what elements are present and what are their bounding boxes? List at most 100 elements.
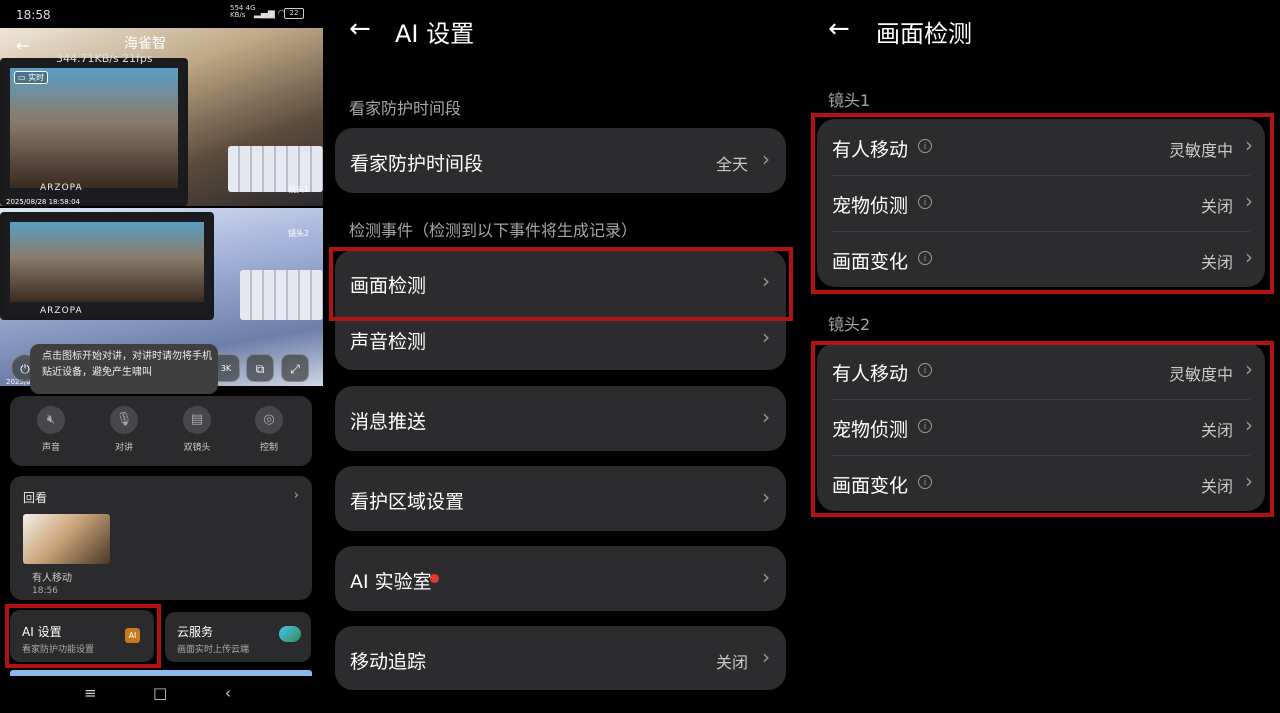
ai-lab-row[interactable]: AI 实验室 ›	[335, 546, 786, 611]
sound-detection-label: 声音检测	[350, 331, 427, 353]
monitor-image-2	[0, 212, 214, 320]
pet-detection-value: 关闭	[1200, 197, 1233, 216]
guard-period-row[interactable]: 看家防护时间段 全天 ›	[335, 128, 786, 193]
replay-event: 有人移动	[32, 573, 72, 584]
cloud-subtitle: 画面实时上传云端	[177, 645, 250, 655]
image-detection-row[interactable]: 画面检测 ›	[335, 250, 786, 315]
lens1-scene-change-row[interactable]: 画面变化 i 关闭 ›	[817, 231, 1265, 287]
status-bar: 18:58 554 4G KB/s ▂▄▆ ◠ 22	[0, 0, 323, 28]
scene-change-value: 关闭	[1200, 253, 1233, 272]
lens-1-section: 镜头1	[828, 91, 871, 110]
image-detection-label: 画面检测	[350, 275, 427, 297]
frame-rate: 21fps	[122, 52, 153, 65]
info-icon[interactable]: i	[918, 475, 932, 489]
joystick-icon: ◎	[255, 406, 283, 434]
camera-view-lens-1[interactable]: ARZOPA 2025/08/28 18:58:04 镜头1	[0, 28, 323, 206]
intercom-control[interactable]: 🎙︎ 对讲	[99, 406, 149, 453]
chevron-right-icon: ›	[762, 405, 770, 429]
chevron-right-icon: ›	[1245, 413, 1253, 437]
lens-2-label: 镜头2	[288, 229, 310, 238]
section-detect-events: 检测事件（检测到以下事件将生成记录）	[349, 221, 638, 240]
info-icon[interactable]: i	[918, 419, 932, 433]
person-motion-label: 有人移动	[832, 139, 909, 161]
lens2-person-motion-row[interactable]: 有人移动 i 灵敏度中 ›	[817, 343, 1265, 399]
camera-live-panel: 18:58 554 4G KB/s ▂▄▆ ◠ 22 ARZOPA 2025/0…	[0, 0, 323, 713]
back-nav-icon[interactable]: ‹	[225, 684, 231, 702]
picture-in-picture-icon[interactable]: ⧉	[246, 354, 274, 382]
chevron-right-icon: ›	[762, 325, 770, 349]
ai-settings-card[interactable]: AI 设置 看家防护功能设置 AI	[10, 610, 154, 662]
guard-period-value: 全天	[715, 155, 748, 174]
replay-time: 18:56	[32, 586, 58, 596]
ptz-label: 控制	[259, 443, 278, 453]
cloud-title: 云服务	[177, 625, 214, 639]
detect-events-card: 画面检测 › 声音检测 ›	[335, 250, 786, 370]
info-icon[interactable]: i	[918, 363, 932, 377]
info-icon[interactable]: i	[918, 195, 932, 209]
scene-change-label: 画面变化	[832, 251, 909, 273]
cloud-service-card[interactable]: 云服务 画面实时上传云端	[165, 612, 311, 662]
message-push-label: 消息推送	[350, 411, 427, 433]
dual-lens-control[interactable]: ▤ 双镜头	[172, 406, 222, 453]
ai-settings-title: AI 设置	[22, 625, 62, 639]
lens2-scene-change-row[interactable]: 画面变化 i 关闭 ›	[817, 455, 1265, 511]
lens2-pet-detection-row[interactable]: 宠物侦测 i 关闭 ›	[817, 399, 1265, 455]
lens-1-label: 镜头1	[288, 185, 310, 194]
control-bar: 🔇︎ 声音 🎙︎ 对讲 ▤ 双镜头 ◎ 控制	[10, 396, 312, 466]
back-arrow-icon[interactable]: ←	[349, 14, 371, 44]
replay-thumbnail[interactable]	[23, 514, 110, 564]
lens-1-card: 有人移动 i 灵敏度中 › 宠物侦测 i 关闭 › 画面变化 i 关闭 ›	[817, 119, 1265, 287]
pet-detection-label: 宠物侦测	[832, 419, 909, 441]
watch-zone-row[interactable]: 看护区域设置 ›	[335, 466, 786, 531]
chevron-right-icon: ›	[293, 488, 299, 503]
scene-change-label: 画面变化	[832, 475, 909, 497]
lens-2-card: 有人移动 i 灵敏度中 › 宠物侦测 i 关闭 › 画面变化 i 关闭 ›	[817, 343, 1265, 511]
timestamp-lens-1: 2025/08/28 18:58:04	[6, 198, 81, 206]
keyboard-image-2	[240, 270, 323, 320]
replay-title: 回看	[23, 491, 48, 505]
page-title: AI 设置	[395, 20, 475, 48]
chevron-right-icon: ›	[1245, 469, 1253, 493]
bitrate: 344.71KB/s	[56, 52, 119, 65]
monitor-brand-2: ARZOPA	[40, 306, 83, 316]
home-nav-icon[interactable]: □	[153, 684, 167, 702]
back-arrow-icon[interactable]: ←	[16, 36, 29, 55]
chevron-right-icon: ›	[1245, 357, 1253, 381]
info-icon[interactable]: i	[918, 251, 932, 265]
ptz-control[interactable]: ◎ 控制	[244, 406, 294, 453]
pet-detection-value: 关闭	[1200, 421, 1233, 440]
monitor-brand: ARZOPA	[40, 183, 83, 193]
dual-lens-label: 双镜头	[183, 443, 211, 453]
person-motion-label: 有人移动	[832, 363, 909, 385]
page-title: 画面检测	[876, 20, 972, 48]
sound-detection-row[interactable]: 声音检测 ›	[335, 315, 786, 370]
replay-card[interactable]: 回看 › 有人移动 18:56	[10, 476, 312, 600]
info-icon[interactable]: i	[918, 139, 932, 153]
cloud-icon	[279, 626, 301, 642]
lens-2-section: 镜头2	[828, 315, 871, 334]
chevron-right-icon: ›	[762, 147, 770, 171]
battery-icon: 22	[284, 8, 304, 19]
status-time: 18:58	[16, 8, 51, 22]
image-detection-panel: ← 画面检测 镜头1 有人移动 i 灵敏度中 › 宠物侦测 i 关闭 › 画面变…	[806, 0, 1280, 713]
lens1-person-motion-row[interactable]: 有人移动 i 灵敏度中 ›	[817, 119, 1265, 175]
new-badge-dot	[430, 574, 439, 583]
sound-control[interactable]: 🔇︎ 声音	[26, 406, 76, 453]
motion-tracking-row[interactable]: 移动追踪 关闭 ›	[335, 626, 786, 690]
camera-name: 海雀智	[124, 36, 166, 52]
menu-nav-icon[interactable]: ≡	[84, 684, 97, 702]
pet-detection-label: 宠物侦测	[832, 195, 909, 217]
intercom-label: 对讲	[114, 443, 133, 453]
message-push-row[interactable]: 消息推送 ›	[335, 386, 786, 451]
fullscreen-icon[interactable]: ⤢	[281, 354, 309, 382]
chevron-right-icon: ›	[762, 645, 770, 669]
ai-lab-label: AI 实验室	[350, 571, 432, 593]
mute-icon: 🔇︎	[37, 406, 65, 434]
chevron-right-icon: ›	[762, 565, 770, 589]
back-arrow-icon[interactable]: ←	[828, 14, 850, 44]
system-nav-bar: ≡ □ ‹	[0, 676, 323, 713]
chevron-right-icon: ›	[1245, 133, 1253, 157]
ai-settings-panel: ← AI 设置 看家防护时间段 看家防护时间段 全天 › 检测事件（检测到以下事…	[327, 0, 800, 713]
live-badge: ▭ 实时	[14, 71, 49, 84]
lens1-pet-detection-row[interactable]: 宠物侦测 i 关闭 ›	[817, 175, 1265, 231]
